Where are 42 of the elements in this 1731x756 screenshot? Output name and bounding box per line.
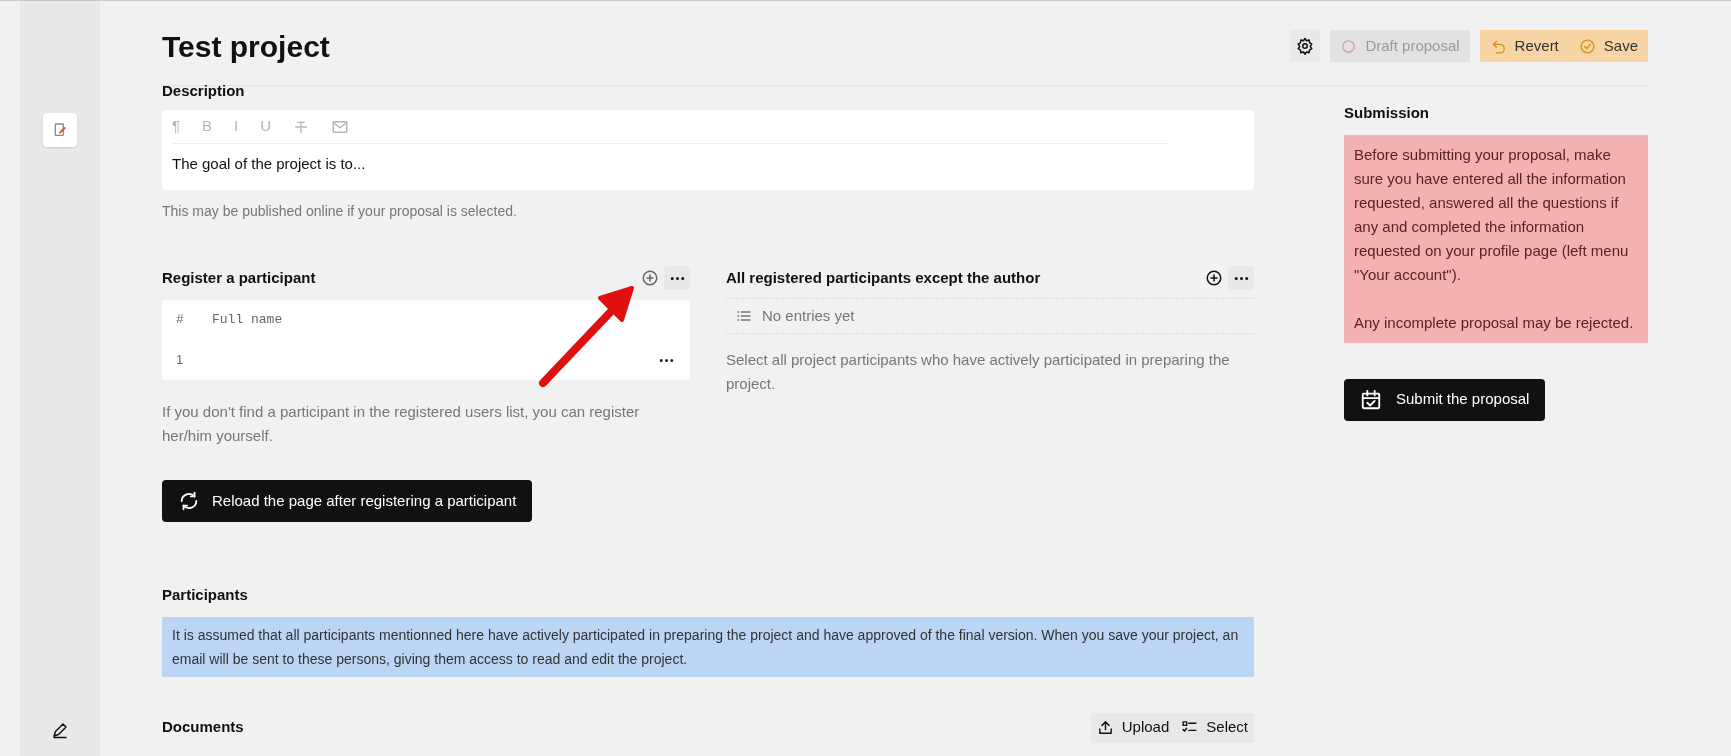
pencil-icon — [51, 721, 69, 739]
reload-icon — [178, 490, 200, 512]
section-label: Participants — [162, 585, 249, 605]
check-circle-icon — [1578, 37, 1596, 55]
revert-button[interactable]: Revert — [1479, 30, 1569, 62]
settings-button[interactable] — [1290, 30, 1321, 62]
page-title: Test project — [162, 28, 330, 65]
save-button[interactable]: Save — [1568, 30, 1648, 62]
calendar-check-icon — [1360, 388, 1382, 411]
circle-icon — [1340, 37, 1358, 55]
more-icon — [1233, 276, 1249, 280]
sidebar-button[interactable] — [43, 113, 77, 147]
section-label: Register a participant — [162, 267, 316, 288]
upload-icon — [1096, 719, 1114, 736]
more-button[interactable] — [664, 266, 690, 290]
more-button[interactable] — [1228, 266, 1254, 290]
help-text: If you don't find a participant in the registered users list, you can register her/him yourself. — [162, 402, 641, 446]
settings-icon — [1296, 37, 1315, 55]
list-icon — [736, 308, 752, 324]
upload-button[interactable]: Upload — [1090, 712, 1176, 743]
section-label: All registered participants except the author — [726, 267, 1041, 288]
more-icon — [658, 358, 674, 362]
submit-button[interactable]: Submit the proposal — [1344, 378, 1546, 421]
more-icon — [669, 276, 685, 280]
column-header: Full name — [212, 311, 283, 330]
select-button[interactable]: Select — [1175, 712, 1254, 743]
row-number: 1 — [176, 351, 184, 370]
warning-text: Before submitting your proposal, make sure you have entered all the information requested, answered all the questions if any and completed the information requested on your profile page (left menu "Your account"). — [1354, 144, 1630, 285]
section-label: Documents — [162, 717, 244, 738]
note-icon — [52, 122, 68, 138]
editor-text: The goal of the project is to... — [172, 154, 367, 174]
plus-circle-icon — [1205, 269, 1223, 287]
section-label: Submission — [1344, 103, 1430, 123]
help-text: This may be published online if your proposal is selected. — [162, 202, 518, 221]
section-label: Description — [162, 81, 246, 101]
reload-button[interactable]: Reload the page after registering a participant — [162, 480, 533, 522]
plus-circle-icon — [641, 269, 659, 287]
warning-text: Any incomplete proposal may be rejected. — [1354, 312, 1635, 333]
column-header: # — [176, 311, 185, 330]
info-notice: It is assumed that all participants mentionned here have actively participated in preparing the project and have approved of the final version. When you save your project, an email will be sent to these persons, giving them access to read and edit the project. — [162, 616, 1254, 677]
help-text: Select all project participants who have actively participated in preparing the project. — [726, 350, 1231, 394]
empty-text: No entries yet — [762, 305, 855, 326]
